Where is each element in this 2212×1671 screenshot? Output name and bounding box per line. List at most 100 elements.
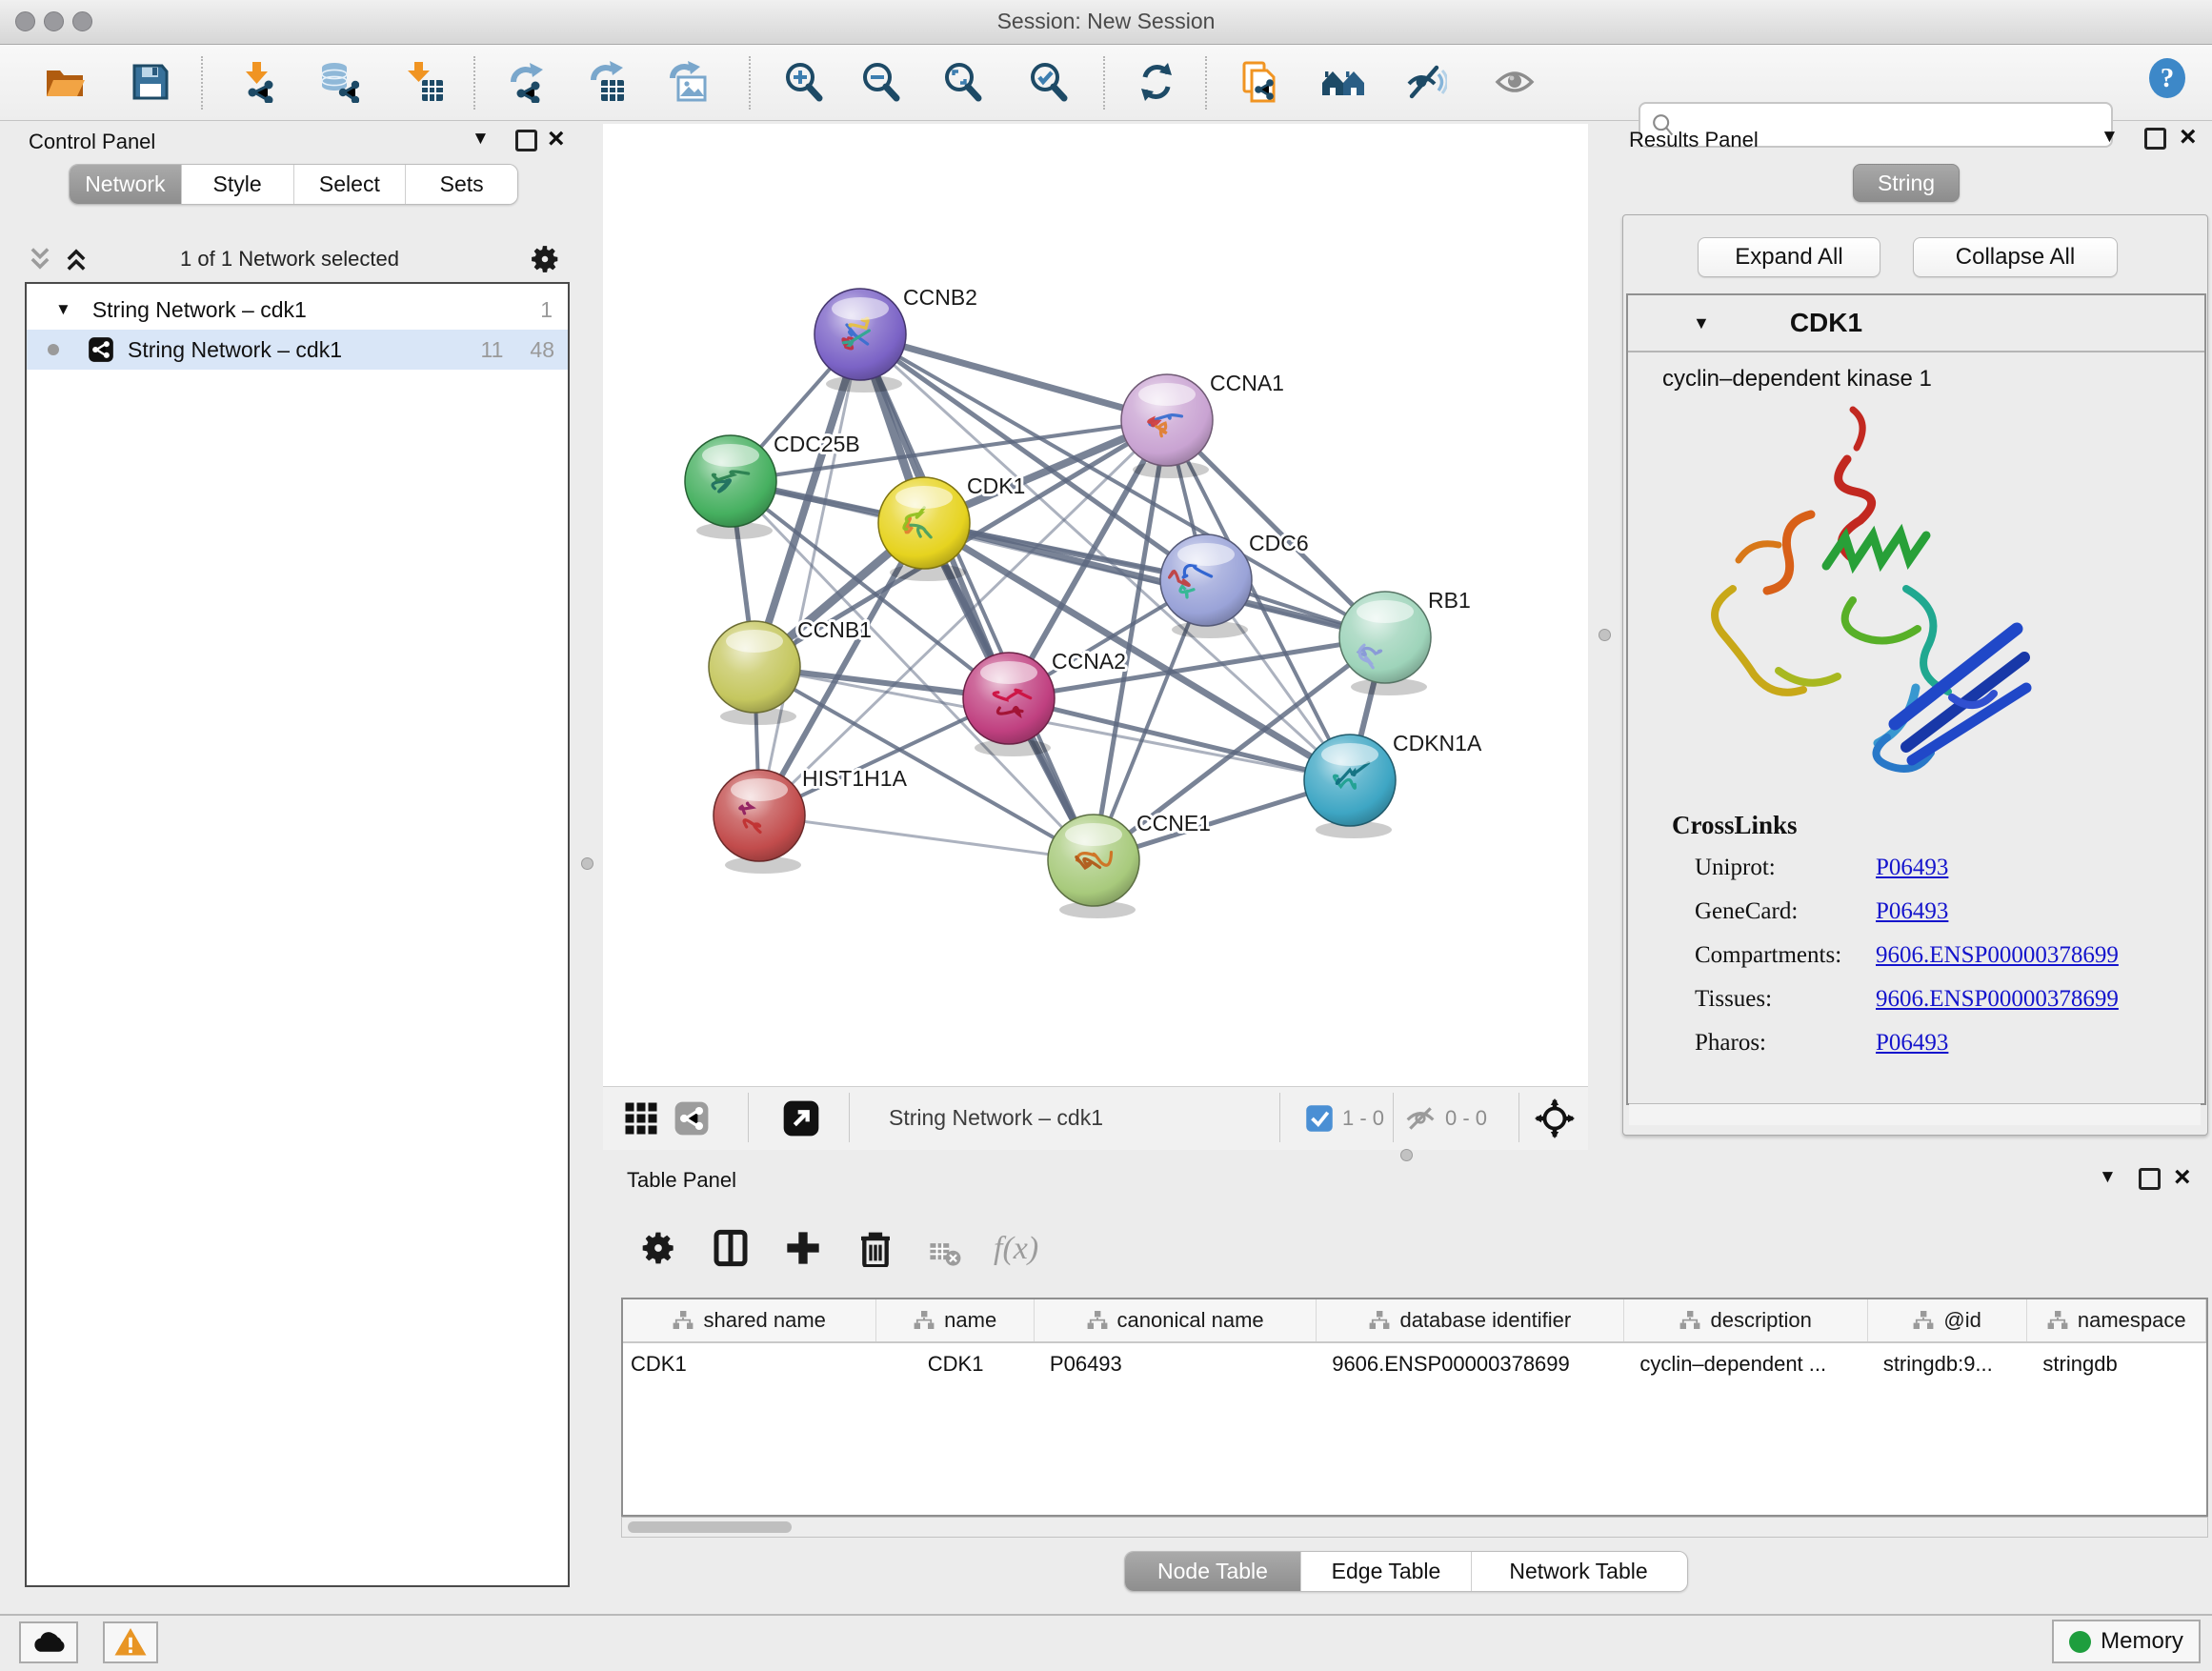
table-panel-close-icon[interactable]: × xyxy=(2174,1167,2191,1188)
function-builder-button[interactable]: f(x) xyxy=(994,1231,1038,1267)
column-header-@id[interactable]: @id xyxy=(1868,1299,2028,1341)
table-horizontal-scrollbar[interactable] xyxy=(621,1517,2208,1538)
column-header-shared-name[interactable]: shared name xyxy=(623,1299,876,1341)
network-node-CDC25B[interactable] xyxy=(685,435,776,539)
column-header-label: @id xyxy=(1943,1308,1981,1333)
table-cell[interactable]: cyclin–dependent ... xyxy=(1624,1343,1867,1385)
refresh-button[interactable] xyxy=(1134,58,1179,108)
network-node-CCNA1[interactable] xyxy=(1121,374,1213,478)
table-row[interactable]: CDK1CDK1P064939606.ENSP00000378699cyclin… xyxy=(623,1343,2206,1385)
column-header-canonical-name[interactable]: canonical name xyxy=(1035,1299,1317,1341)
results-panel-float-icon[interactable] xyxy=(2144,128,2166,150)
import-table-button[interactable] xyxy=(401,58,447,108)
string-view-icon[interactable] xyxy=(674,1100,710,1137)
crosslink-value-link[interactable]: 9606.ENSP00000378699 xyxy=(1876,942,2119,969)
crosslink-value-link[interactable]: P06493 xyxy=(1876,1030,1948,1057)
crosslink-value-link[interactable]: P06493 xyxy=(1876,855,1948,881)
network-edge[interactable] xyxy=(759,815,1094,860)
control-panel-float-icon[interactable] xyxy=(515,130,537,151)
column-header-description[interactable]: description xyxy=(1624,1299,1867,1341)
control-panel-collapse-icon[interactable]: ▼ xyxy=(472,129,490,150)
control-panel-close-icon[interactable]: × xyxy=(548,129,565,150)
table-cell[interactable]: stringdb xyxy=(2027,1343,2206,1385)
results-panel-close-icon[interactable]: × xyxy=(2180,127,2197,148)
collapse-all-button[interactable]: Collapse All xyxy=(1913,237,2118,277)
table-cell[interactable]: stringdb:9... xyxy=(1868,1343,2028,1385)
collection-expand-icon[interactable]: ▼ xyxy=(55,300,71,319)
tab-edge-table[interactable]: Edge Table xyxy=(1301,1552,1472,1591)
save-session-button[interactable] xyxy=(128,58,173,108)
network-edge[interactable] xyxy=(759,334,860,815)
string-home-button[interactable] xyxy=(1318,58,1364,108)
tab-sets[interactable]: Sets xyxy=(406,165,517,204)
right-splitter-handle[interactable] xyxy=(1599,629,1611,641)
memory-button[interactable]: Memory xyxy=(2052,1620,2201,1663)
import-database-button[interactable] xyxy=(315,58,361,108)
open-session-button[interactable] xyxy=(42,58,88,108)
tab-string[interactable]: String xyxy=(1853,164,1960,202)
table-cell[interactable]: 9606.ENSP00000378699 xyxy=(1317,1343,1624,1385)
network-edge[interactable] xyxy=(924,523,1385,637)
network-node-CCNB2[interactable] xyxy=(814,289,906,393)
tab-network-table[interactable]: Network Table xyxy=(1472,1552,1685,1591)
export-table-button[interactable] xyxy=(584,58,630,108)
cloud-status-button[interactable] xyxy=(19,1621,78,1663)
table-panel-float-icon[interactable] xyxy=(2139,1168,2161,1190)
grid-view-icon[interactable] xyxy=(624,1101,658,1136)
table-cell[interactable]: CDK1 xyxy=(876,1343,1035,1385)
protein-card-header[interactable]: ▼ CDK1 xyxy=(1628,295,2204,352)
scrollbar-thumb[interactable] xyxy=(628,1521,792,1533)
import-network-button[interactable] xyxy=(234,58,280,108)
delete-column-button[interactable] xyxy=(856,1229,895,1270)
eye-button[interactable] xyxy=(1492,58,1538,108)
zoom-selected-button[interactable] xyxy=(1026,58,1072,108)
table-settings-button[interactable] xyxy=(639,1229,677,1270)
zoom-fit-button[interactable] xyxy=(940,58,986,108)
export-image-button[interactable] xyxy=(665,58,711,108)
tab-node-table[interactable]: Node Table xyxy=(1125,1552,1301,1591)
network-node-RB1[interactable] xyxy=(1339,592,1431,695)
crosslink-value-link[interactable]: P06493 xyxy=(1876,898,1948,925)
tab-style[interactable]: Style xyxy=(182,165,294,204)
network-node-CDKN1A[interactable] xyxy=(1304,735,1396,838)
left-splitter-handle[interactable] xyxy=(581,857,593,870)
expand-all-button[interactable]: Expand All xyxy=(1698,237,1880,277)
clone-network-button[interactable] xyxy=(1237,58,1283,108)
column-header-name[interactable]: name xyxy=(876,1299,1035,1341)
table-cell[interactable]: P06493 xyxy=(1035,1343,1317,1385)
plus-icon xyxy=(784,1229,822,1267)
network-node-CCNB1[interactable] xyxy=(709,621,800,725)
tab-select[interactable]: Select xyxy=(294,165,407,204)
selected-checkbox-icon[interactable] xyxy=(1305,1104,1334,1133)
network-graph[interactable]: CCNB2CCNA1CDC25BCDK1CDC6RB1CCNB1CCNA2CDK… xyxy=(603,124,1588,1086)
network-node-CCNE1[interactable] xyxy=(1048,815,1139,918)
network-canvas[interactable]: CCNB2CCNA1CDC25BCDK1CDC6RB1CCNB1CCNA2CDK… xyxy=(603,124,1588,1086)
network-node-HIST1H1A[interactable] xyxy=(714,770,805,874)
delete-table-button[interactable] xyxy=(929,1237,961,1272)
zoom-out-button[interactable] xyxy=(858,58,904,108)
show-columns-button[interactable] xyxy=(712,1229,750,1270)
column-header-namespace[interactable]: namespace xyxy=(2027,1299,2206,1341)
warning-status-button[interactable] xyxy=(103,1621,158,1663)
zoom-in-button[interactable] xyxy=(781,58,827,108)
tab-network[interactable]: Network xyxy=(70,165,182,204)
network-list: ▼ String Network – cdk1 1 String Network… xyxy=(25,282,570,1587)
create-column-button[interactable] xyxy=(784,1229,822,1270)
hide-glasses-button[interactable] xyxy=(1403,58,1449,108)
network-row[interactable]: String Network – cdk1 11 48 xyxy=(27,330,568,370)
birds-eye-view-icon[interactable] xyxy=(1535,1098,1575,1138)
help-button[interactable]: ? xyxy=(2144,54,2190,104)
results-panel-collapse-icon[interactable]: ▼ xyxy=(2101,127,2119,148)
network-collection-row[interactable]: ▼ String Network – cdk1 1 xyxy=(27,284,568,330)
network-options-gear-icon[interactable] xyxy=(529,243,561,275)
hidden-eye-icon[interactable] xyxy=(1405,1103,1436,1134)
network-node-count: 11 xyxy=(481,337,504,363)
open-in-window-icon[interactable] xyxy=(782,1099,820,1137)
crosslink-value-link[interactable]: 9606.ENSP00000378699 xyxy=(1876,986,2119,1013)
table-cell[interactable]: CDK1 xyxy=(623,1343,876,1385)
protein-collapse-icon[interactable]: ▼ xyxy=(1693,313,1710,333)
column-header-database-identifier[interactable]: database identifier xyxy=(1317,1299,1624,1341)
table-panel-collapse-icon[interactable]: ▼ xyxy=(2099,1167,2117,1188)
results-panel-scrollbar[interactable] xyxy=(1629,1103,2201,1125)
export-network-button[interactable] xyxy=(504,58,550,108)
